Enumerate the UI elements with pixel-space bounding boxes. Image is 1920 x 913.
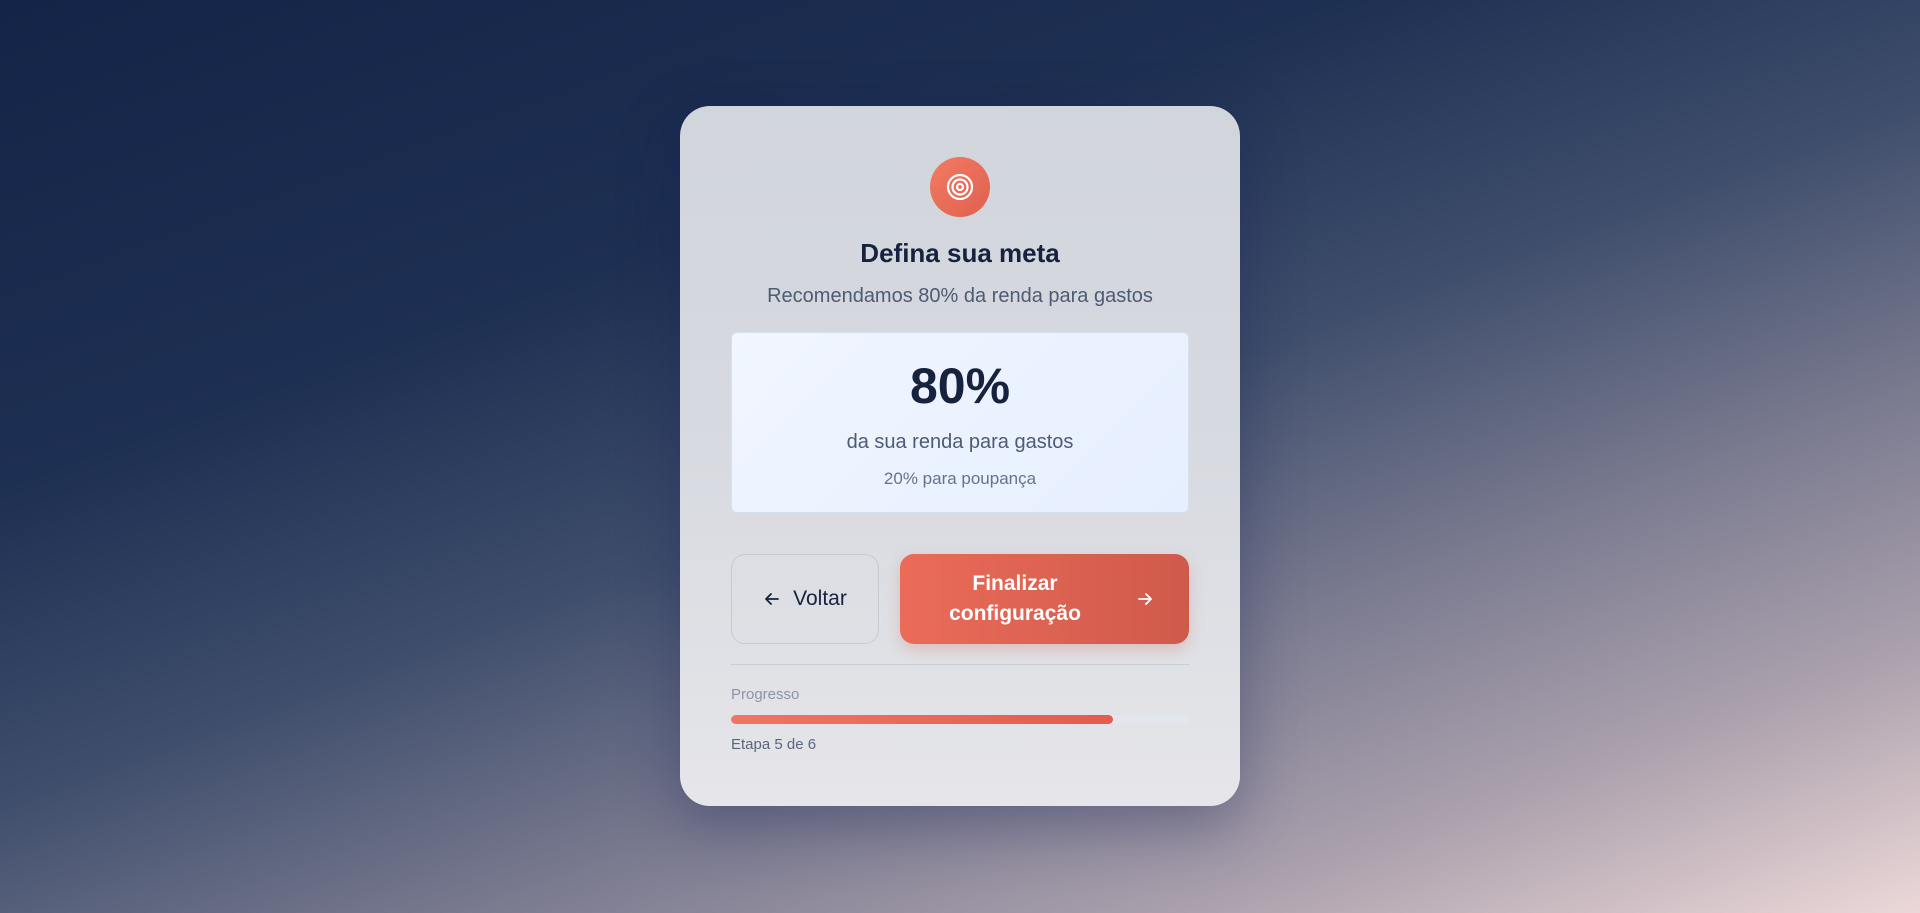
progress-bar-fill — [731, 715, 1113, 724]
arrow-left-icon — [765, 593, 780, 605]
setup-card: Defina sua meta Recomendamos 80% da rend… — [680, 106, 1240, 806]
back-button-label: Voltar — [793, 587, 847, 610]
page-subtitle: Recomendamos 80% da renda para gastos — [767, 285, 1153, 307]
back-button[interactable]: Voltar — [731, 554, 879, 644]
progress-label: Progresso — [731, 686, 800, 703]
progress-bar — [731, 715, 1189, 724]
page-title: Defina sua meta — [860, 238, 1060, 268]
savings-note: 20% para poupança — [883, 469, 1037, 488]
target-icon-badge — [930, 157, 990, 217]
goal-description: da sua renda para gastos — [846, 431, 1074, 453]
arrow-right-icon — [1138, 593, 1152, 605]
target-icon — [946, 173, 974, 201]
step-indicator: Etapa 5 de 6 — [731, 736, 817, 753]
goal-percentage: 80% — [909, 358, 1011, 414]
divider — [731, 664, 1189, 665]
goal-summary-box: 80% da sua renda para gastos 20% para po… — [731, 332, 1189, 513]
finish-setup-button[interactable]: Finalizar configuração — [900, 554, 1189, 644]
finish-button-label: Finalizar configuração — [949, 572, 1081, 625]
